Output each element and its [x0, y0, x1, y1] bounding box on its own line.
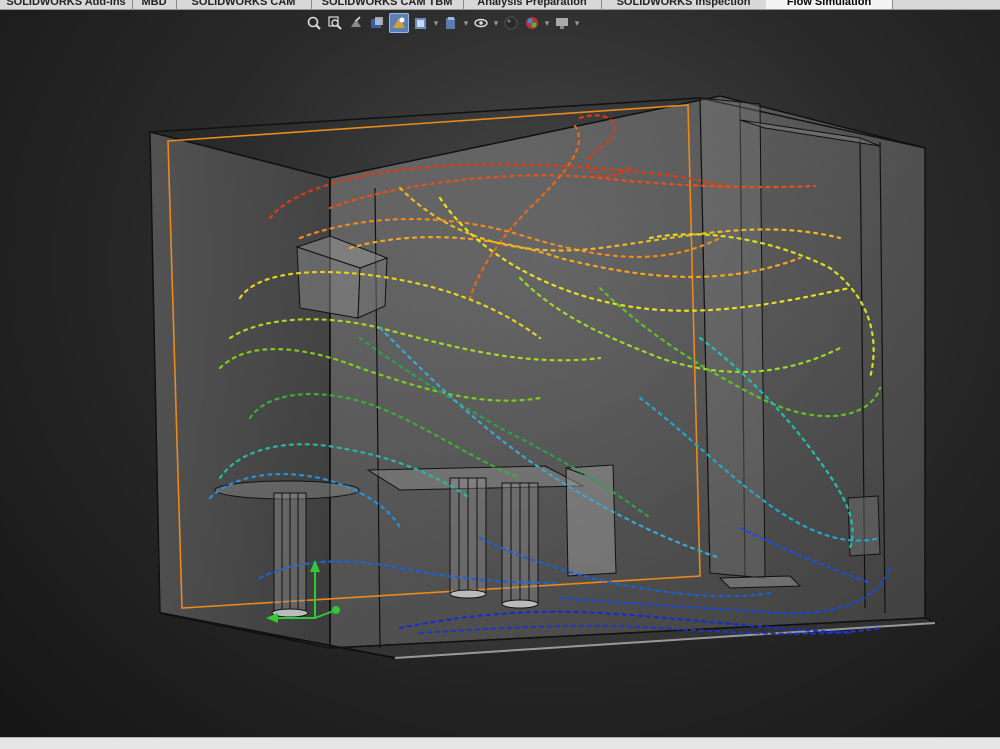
chevron-down-icon[interactable]: ▾	[544, 18, 550, 29]
display-style-button[interactable]	[442, 14, 460, 32]
dynamic-annotation-icon	[393, 17, 405, 28]
cabinet-box	[565, 464, 617, 577]
column-right	[699, 97, 766, 579]
hide-show-items-icon	[474, 18, 488, 28]
chevron-down-icon[interactable]: ▾	[574, 18, 580, 29]
chevron-down-icon[interactable]: ▾	[493, 18, 499, 29]
dynamic-annotation-button[interactable]	[389, 13, 409, 33]
view-settings-button[interactable]	[553, 14, 571, 32]
status-bar	[0, 737, 1000, 749]
tab-solidworks-add-ins[interactable]: SOLIDWORKS Add-Ins	[0, 0, 133, 9]
previous-view-button[interactable]	[347, 14, 365, 32]
edit-appearance-icon	[504, 16, 518, 30]
tab-solidworks-cam[interactable]: SOLIDWORKS CAM	[176, 0, 312, 9]
section-view-button[interactable]	[368, 14, 386, 32]
hide-show-items-button[interactable]	[472, 14, 490, 32]
tab-solidworks-inspection[interactable]: SOLIDWORKS Inspection	[601, 0, 767, 9]
graphics-area[interactable]	[0, 38, 1000, 738]
chevron-down-icon[interactable]: ▾	[433, 18, 439, 29]
outlet-box	[847, 495, 881, 557]
floor-vent	[718, 575, 802, 589]
zoom-to-area-icon	[328, 16, 342, 30]
apply-scene-icon	[526, 17, 538, 29]
room-back-wall	[329, 95, 926, 649]
view-settings-icon	[556, 18, 568, 29]
chevron-down-icon[interactable]: ▾	[463, 18, 469, 29]
tab-solidworks-cam-tbm[interactable]: SOLIDWORKS CAM TBM	[311, 0, 464, 9]
apply-scene-button[interactable]	[523, 14, 541, 32]
display-style-icon	[446, 17, 455, 29]
tab-flow-simulation[interactable]: Flow Simulation	[766, 0, 893, 9]
zoom-to-fit-icon	[307, 16, 321, 30]
heads-up-view-toolbar: ▾ ▾ ▾ ▾ ▾	[305, 12, 580, 34]
view-orientation-icon	[415, 18, 426, 29]
zoom-to-area-button[interactable]	[326, 14, 344, 32]
previous-view-icon	[351, 16, 361, 27]
edit-appearance-button[interactable]	[502, 14, 520, 32]
command-manager-tabs: SOLIDWORKS Add-Ins MBD SOLIDWORKS CAM SOLID…	[0, 0, 1000, 10]
zoom-to-fit-button[interactable]	[305, 14, 323, 32]
view-orientation-button[interactable]	[412, 14, 430, 32]
tab-mbd[interactable]: MBD	[132, 0, 177, 9]
tab-analysis-preparation[interactable]: Analysis Preparation	[463, 0, 602, 9]
section-view-icon	[371, 17, 383, 28]
